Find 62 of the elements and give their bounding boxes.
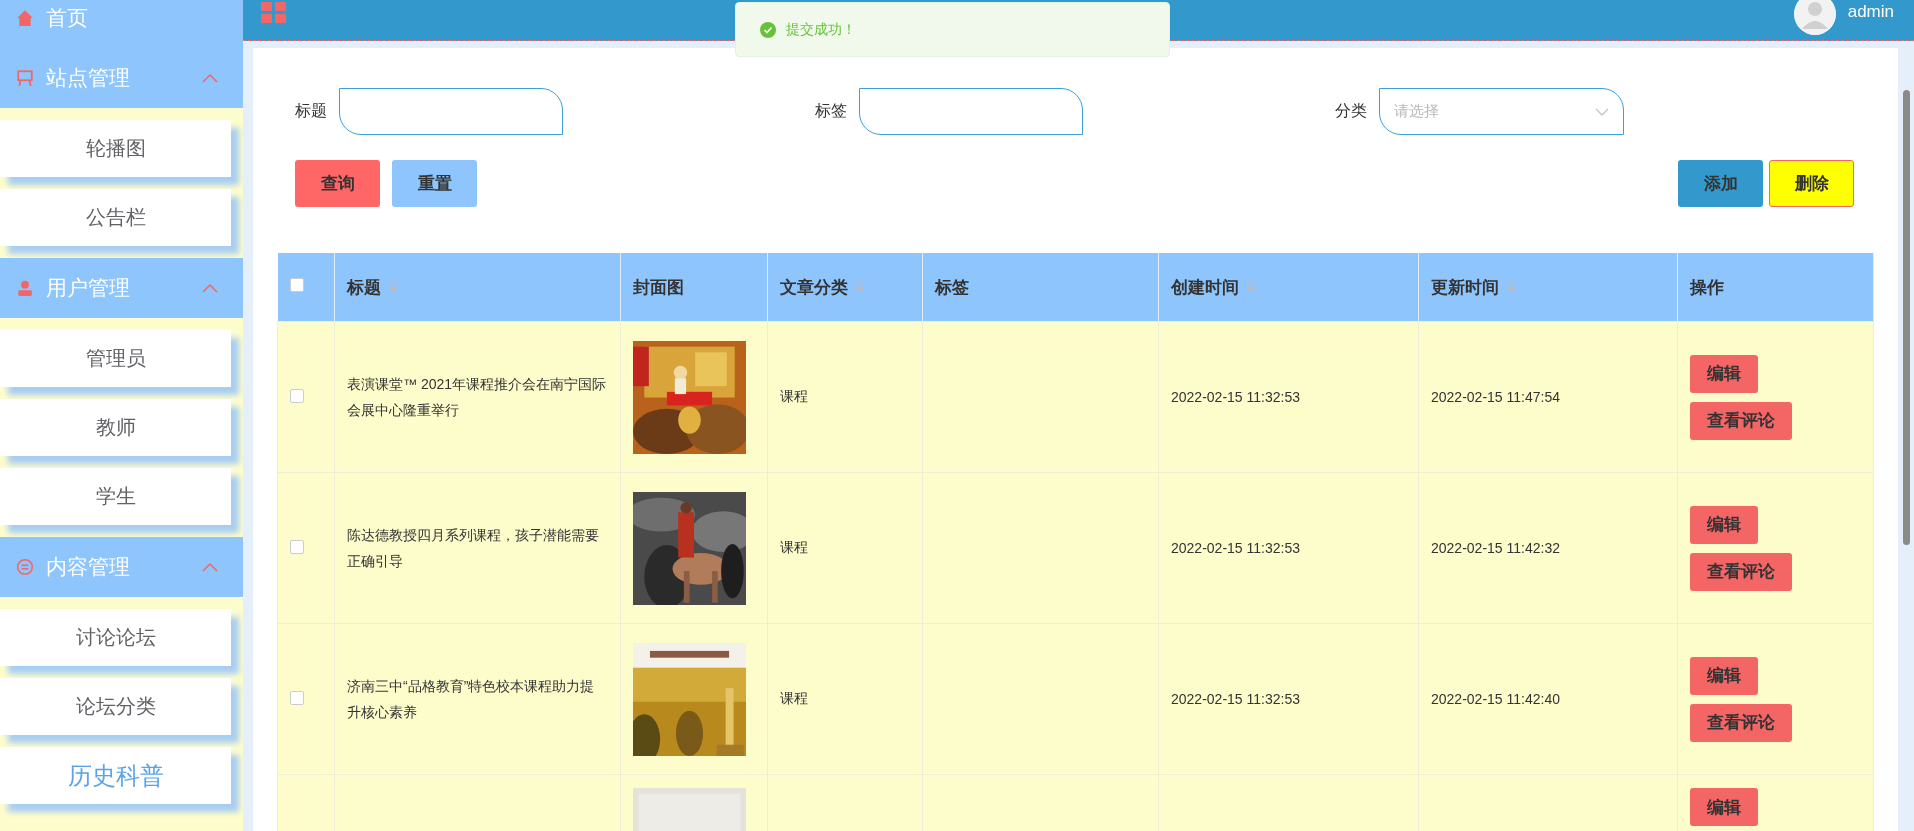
table-cell: 2022-02-15 11:32:53 xyxy=(1171,540,1300,556)
edit-button[interactable]: 编辑 xyxy=(1690,788,1758,826)
table-cell: 2022-02-15 11:47:54 xyxy=(1431,389,1560,405)
table-cell: 课程 xyxy=(780,539,808,555)
sidebar-item[interactable]: 公告栏 xyxy=(0,189,231,246)
chat-icon xyxy=(16,558,34,576)
sidebar-item[interactable]: 轮播图 xyxy=(0,120,231,177)
sort-icon[interactable] xyxy=(1507,281,1515,293)
add-button[interactable]: 添加 xyxy=(1678,160,1763,207)
easel-icon xyxy=(16,69,34,87)
checkbox[interactable] xyxy=(290,388,304,403)
table-cell: 2022-02-15 11:32:53 xyxy=(1171,389,1300,405)
table-cell: 课程 xyxy=(780,388,808,404)
checkbox[interactable] xyxy=(289,278,304,292)
edit-button[interactable]: 编辑 xyxy=(1690,656,1758,695)
sidebar-item[interactable]: 学生 xyxy=(0,468,231,525)
user-icon xyxy=(16,279,34,297)
field-label: 标签 xyxy=(815,101,847,121)
table-cell-text: 济南三中“品格教育”特色校本课程助力提升核心素养 xyxy=(347,677,596,722)
check-icon xyxy=(760,21,776,38)
home-icon xyxy=(16,9,34,27)
edit-button[interactable]: 编辑 xyxy=(1690,354,1758,393)
avatar-icon[interactable] xyxy=(1793,0,1836,35)
column-header: 标题 xyxy=(347,276,381,299)
field-label: 分类 xyxy=(1335,101,1367,121)
column-header: 封面图 xyxy=(633,276,684,299)
checkbox[interactable] xyxy=(290,539,304,554)
search-button[interactable]: 查询 xyxy=(295,160,380,207)
column-header: 标签 xyxy=(935,276,969,299)
sidebar-item[interactable]: 讨论论坛 xyxy=(0,609,231,666)
sort-icon[interactable] xyxy=(856,281,864,293)
table-cell: 课程 xyxy=(780,690,808,706)
edit-button[interactable]: 编辑 xyxy=(1690,505,1758,544)
chevron-icon xyxy=(1595,106,1609,117)
reset-button[interactable]: 重置 xyxy=(392,160,477,207)
field-label: 标题 xyxy=(295,101,327,121)
table-cell-text: 陈达德教授四月系列课程，孩子潜能需要正确引导 xyxy=(347,526,600,571)
input-field[interactable] xyxy=(859,88,1083,135)
table-cell: 2022-02-15 11:32:53 xyxy=(1171,691,1300,707)
user-name[interactable]: admin xyxy=(1847,2,1894,22)
delete-button[interactable]: 删除 xyxy=(1769,160,1854,207)
table-cell: 2022-02-15 11:42:32 xyxy=(1431,540,1560,556)
column-header: 文章分类 xyxy=(780,276,848,299)
checkbox[interactable] xyxy=(290,690,304,705)
grid-icon[interactable] xyxy=(261,2,287,24)
sidebar-item[interactable]: 管理员 xyxy=(0,330,231,387)
toast-message: 提交成功！ xyxy=(786,20,856,39)
column-header: 更新时间 xyxy=(1431,276,1499,299)
column-header: 操作 xyxy=(1690,276,1724,299)
input-field[interactable] xyxy=(339,88,563,135)
comments-button[interactable]: 查看评论 xyxy=(1690,401,1792,440)
comments-button[interactable]: 查看评论 xyxy=(1690,703,1792,742)
sidebar-item[interactable]: 历史科普 xyxy=(0,747,231,804)
sort-icon[interactable] xyxy=(389,281,397,293)
comments-button[interactable]: 查看评论 xyxy=(1690,552,1792,591)
sidebar-item[interactable]: 论坛分类 xyxy=(0,678,231,735)
sort-icon[interactable] xyxy=(1247,281,1255,293)
scrollbar[interactable] xyxy=(1903,90,1910,545)
table-cell: 2022-02-15 11:42:40 xyxy=(1431,691,1560,707)
column-header: 创建时间 xyxy=(1171,276,1239,299)
sidebar-item[interactable]: 教师 xyxy=(0,399,231,456)
table-cell-text: 表演课堂™ 2021年课程推介会在南宁国际会展中心隆重举行 xyxy=(347,375,608,420)
